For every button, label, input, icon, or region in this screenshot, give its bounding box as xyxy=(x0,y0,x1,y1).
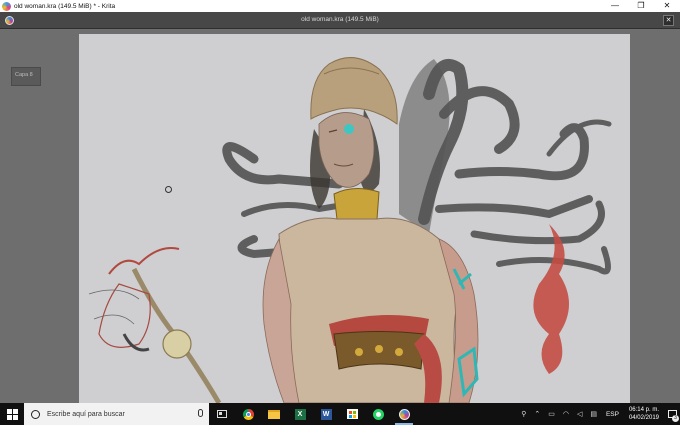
canvas-workspace: Capa 8 xyxy=(0,29,680,403)
window-title: old woman.kra (149.5 MiB) * - Krita xyxy=(14,2,116,10)
minimize-button[interactable]: — xyxy=(602,0,628,12)
whatsapp-taskbar-button[interactable] xyxy=(365,403,391,425)
chrome-icon xyxy=(242,408,254,420)
drawing-canvas[interactable] xyxy=(79,34,630,403)
krita-icon xyxy=(398,408,410,420)
old-woman-painting xyxy=(88,57,612,403)
layer-label: Capa 8 xyxy=(11,67,41,86)
clock[interactable]: 06:14 p. m. 04/02/2019 xyxy=(629,406,659,422)
word-taskbar-button[interactable]: W xyxy=(313,403,339,425)
windows-logo-icon xyxy=(6,408,18,420)
taskbar-search-box[interactable]: Escribe aquí para buscar xyxy=(24,403,209,425)
clock-date: 04/02/2019 xyxy=(628,415,659,421)
krita-taskbar-button[interactable] xyxy=(391,403,417,425)
start-button[interactable] xyxy=(0,403,24,425)
maximize-button[interactable]: ❐ xyxy=(628,0,654,12)
windows-taskbar: Escribe aquí para buscar X W ⚲ ⌃ ▭ ◠ ◁ ▤… xyxy=(0,403,680,425)
window-titlebar: old woman.kra (149.5 MiB) * - Krita — ❐ … xyxy=(0,0,680,12)
excel-icon: X xyxy=(294,408,306,420)
network-icon[interactable]: ▭ xyxy=(548,410,555,418)
document-tab-bar: old woman.kra (149.5 MiB) ✕ xyxy=(0,12,680,29)
brush-cursor xyxy=(165,186,172,193)
word-icon: W xyxy=(320,408,332,420)
file-explorer-taskbar-button[interactable] xyxy=(261,403,287,425)
task-view-icon xyxy=(217,410,227,418)
system-tray: ⚲ ⌃ ▭ ◠ ◁ ▤ ESP 06:14 p. m. 04/02/2019 3 xyxy=(517,403,680,425)
volume-icon[interactable]: ◁ xyxy=(577,410,582,418)
microphone-icon[interactable] xyxy=(198,409,203,417)
notification-count: 3 xyxy=(672,415,679,422)
wifi-icon[interactable]: ◠ xyxy=(563,410,569,418)
close-window-button[interactable]: ✕ xyxy=(654,0,680,12)
action-center-button[interactable]: 3 xyxy=(664,403,680,425)
excel-taskbar-button[interactable]: X xyxy=(287,403,313,425)
language-indicator[interactable]: ESP xyxy=(606,411,619,418)
folder-icon xyxy=(268,409,280,419)
whatsapp-icon xyxy=(372,408,384,420)
cortana-icon xyxy=(31,409,40,419)
document-title[interactable]: old woman.kra (149.5 MiB) xyxy=(0,16,680,23)
task-view-button[interactable] xyxy=(209,403,235,425)
people-icon[interactable]: ⚲ xyxy=(521,410,526,418)
chrome-taskbar-button[interactable] xyxy=(235,403,261,425)
close-document-button[interactable]: ✕ xyxy=(663,15,674,26)
store-taskbar-button[interactable] xyxy=(339,403,365,425)
window-controls: — ❐ ✕ xyxy=(602,0,680,12)
store-icon xyxy=(346,409,358,419)
chevron-up-icon[interactable]: ⌃ xyxy=(534,410,540,418)
keyboard-icon[interactable]: ▤ xyxy=(590,410,597,418)
krita-app-icon xyxy=(2,1,11,11)
search-placeholder: Escribe aquí para buscar xyxy=(47,410,125,418)
clock-time: 06:14 p. m. xyxy=(628,407,659,413)
